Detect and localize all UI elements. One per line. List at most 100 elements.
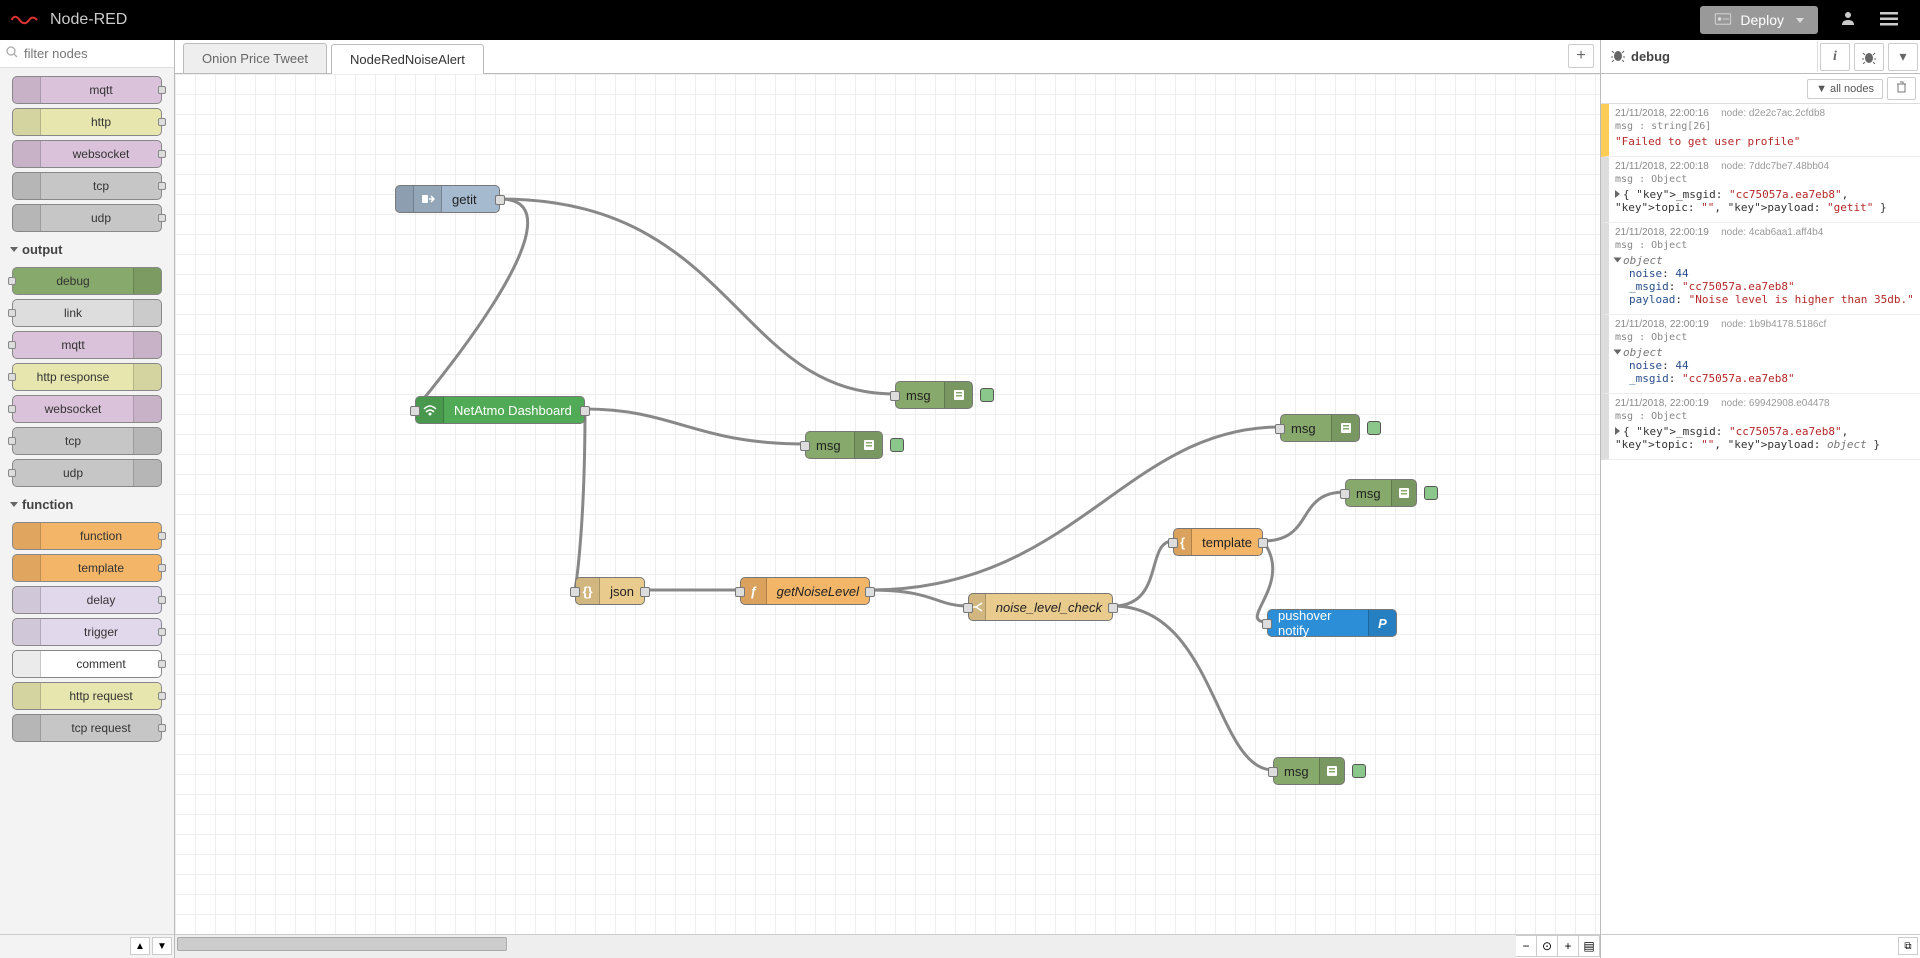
output-port[interactable]: [1258, 538, 1268, 548]
zoom-out-button[interactable]: −: [1515, 935, 1537, 957]
node-label: comment: [41, 657, 161, 671]
debug-message[interactable]: 21/11/2018, 22:00:19 node: 69942908.e044…: [1601, 394, 1920, 460]
palette-node-mqtt[interactable]: mqtt: [12, 331, 162, 359]
input-port[interactable]: [1262, 619, 1272, 629]
canvas[interactable]: getit NetAtmo Dashboard msg msg: [175, 74, 1600, 934]
node-noisecheck[interactable]: noise_level_check: [968, 593, 1113, 621]
palette-scroll[interactable]: mqtt http websocket tcp udp output debug link…: [0, 68, 174, 934]
deploy-button[interactable]: Deploy: [1700, 6, 1818, 34]
trash-icon: [1896, 81, 1907, 96]
palette-node-template[interactable]: template: [12, 554, 162, 582]
node-pushover[interactable]: pushover notify P: [1267, 609, 1397, 637]
user-icon[interactable]: [1828, 2, 1868, 39]
palette-category-function[interactable]: function: [0, 491, 174, 518]
node-debug-5[interactable]: msg: [1273, 757, 1345, 785]
palette-node-http-response[interactable]: http response: [12, 363, 162, 391]
input-port[interactable]: [800, 441, 810, 451]
sidebar-popout-button[interactable]: ⧉: [1898, 937, 1918, 955]
output-port[interactable]: [1108, 603, 1118, 613]
menu-icon[interactable]: [1868, 2, 1910, 39]
input-port[interactable]: [570, 587, 580, 597]
node-label: template: [1192, 535, 1262, 550]
palette-node-websocket[interactable]: websocket: [12, 140, 162, 168]
deploy-label: Deploy: [1740, 12, 1784, 28]
palette-collapse-button[interactable]: ▲: [130, 937, 150, 955]
output-port[interactable]: [640, 587, 650, 597]
palette-node-udp[interactable]: udp: [12, 459, 162, 487]
node-debug-2[interactable]: msg: [805, 431, 883, 459]
debug-payload[interactable]: objectnoise: 44_msgid: "cc75057a.ea7eb8"…: [1615, 254, 1914, 306]
output-port[interactable]: [865, 587, 875, 597]
debug-message[interactable]: 21/11/2018, 22:00:18 node: 7ddc7be7.48bb…: [1601, 157, 1920, 223]
input-port[interactable]: [963, 603, 973, 613]
debug-message[interactable]: 21/11/2018, 22:00:16 node: d2e2c7ac.2cfd…: [1601, 104, 1920, 157]
zoom-reset-button[interactable]: ⊙: [1536, 935, 1558, 957]
tab-add-button[interactable]: +: [1568, 44, 1594, 68]
debug-payload[interactable]: { "key">_msgid: "cc75057a.ea7eb8", "key"…: [1615, 425, 1914, 451]
palette-node-tcp-request[interactable]: tcp request: [12, 714, 162, 742]
output-port[interactable]: [580, 406, 590, 416]
palette-node-link[interactable]: link: [12, 299, 162, 327]
node-debug-3[interactable]: msg: [1280, 414, 1360, 442]
node-debug-1[interactable]: msg: [895, 381, 973, 409]
debug-filter-button[interactable]: ▼ all nodes: [1807, 79, 1883, 99]
palette-expand-button[interactable]: ▼: [152, 937, 172, 955]
node-debug-4[interactable]: msg: [1345, 479, 1417, 507]
input-port[interactable]: [735, 587, 745, 597]
status-indicator[interactable]: [1424, 486, 1438, 500]
sidebar-info-button[interactable]: i: [1820, 43, 1850, 71]
input-port[interactable]: [1168, 538, 1178, 548]
node-json[interactable]: {} json: [575, 577, 645, 605]
port: [158, 86, 166, 94]
debug-payload[interactable]: objectnoise: 44_msgid: "cc75057a.ea7eb8": [1615, 346, 1914, 385]
debug-node-id[interactable]: node: 7ddc7be7.48bb04: [1721, 161, 1829, 172]
palette-node-websocket[interactable]: websocket: [12, 395, 162, 423]
navigator-button[interactable]: ▤: [1578, 935, 1600, 957]
input-port[interactable]: [1340, 489, 1350, 499]
status-indicator[interactable]: [980, 388, 994, 402]
debug-payload[interactable]: { "key">_msgid: "cc75057a.ea7eb8", "key"…: [1615, 188, 1914, 214]
palette-node-delay[interactable]: delay: [12, 586, 162, 614]
input-port[interactable]: [410, 406, 420, 416]
debug-node-id[interactable]: node: 1b9b4178.5186cf: [1721, 319, 1826, 330]
palette-node-http[interactable]: http: [12, 108, 162, 136]
palette-category-output[interactable]: output: [0, 236, 174, 263]
debug-node-id[interactable]: node: d2e2c7ac.2cfdb8: [1721, 108, 1825, 119]
palette-node-tcp[interactable]: tcp: [12, 427, 162, 455]
debug-message[interactable]: 21/11/2018, 22:00:19 node: 1b9b4178.5186…: [1601, 315, 1920, 394]
debug-clear-button[interactable]: [1887, 77, 1916, 100]
status-indicator[interactable]: [1352, 764, 1366, 778]
palette-node-mqtt[interactable]: mqtt: [12, 76, 162, 104]
status-indicator[interactable]: [890, 438, 904, 452]
palette-node-function[interactable]: function: [12, 522, 162, 550]
palette-node-http-request[interactable]: http request: [12, 682, 162, 710]
sidebar-tab-debug[interactable]: debug: [1601, 41, 1818, 72]
tab-noise-alert[interactable]: NodeRedNoiseAlert: [331, 44, 484, 74]
debug-topic: msg : Object: [1615, 411, 1914, 422]
input-port[interactable]: [1275, 424, 1285, 434]
input-port[interactable]: [890, 391, 900, 401]
horizontal-scrollbar[interactable]: [175, 935, 1516, 958]
inject-button-icon[interactable]: [396, 186, 414, 212]
palette-node-debug[interactable]: debug: [12, 267, 162, 295]
input-port[interactable]: [1268, 767, 1278, 777]
node-netatmo[interactable]: NetAtmo Dashboard: [415, 396, 585, 424]
palette-node-tcp[interactable]: tcp: [12, 172, 162, 200]
palette-node-trigger[interactable]: trigger: [12, 618, 162, 646]
sidebar-menu-button[interactable]: ▾: [1888, 43, 1918, 71]
debug-message[interactable]: 21/11/2018, 22:00:19 node: 4cab6aa1.aff4…: [1601, 223, 1920, 315]
palette-node-comment[interactable]: comment: [12, 650, 162, 678]
tab-onion-price[interactable]: Onion Price Tweet: [183, 43, 327, 73]
zoom-in-button[interactable]: +: [1557, 935, 1579, 957]
node-template[interactable]: { template: [1173, 528, 1263, 556]
debug-node-id[interactable]: node: 4cab6aa1.aff4b4: [1721, 227, 1823, 238]
filter-input[interactable]: [20, 46, 168, 61]
debug-node-id[interactable]: node: 69942908.e04478: [1721, 398, 1829, 409]
output-port[interactable]: [495, 195, 505, 205]
palette-node-udp[interactable]: udp: [12, 204, 162, 232]
debug-messages[interactable]: 21/11/2018, 22:00:16 node: d2e2c7ac.2cfd…: [1601, 104, 1920, 934]
status-indicator[interactable]: [1367, 421, 1381, 435]
node-getnoise[interactable]: ƒ getNoiseLevel: [740, 577, 870, 605]
node-inject-getit[interactable]: getit: [395, 185, 500, 213]
sidebar-debug-button[interactable]: [1854, 43, 1884, 71]
